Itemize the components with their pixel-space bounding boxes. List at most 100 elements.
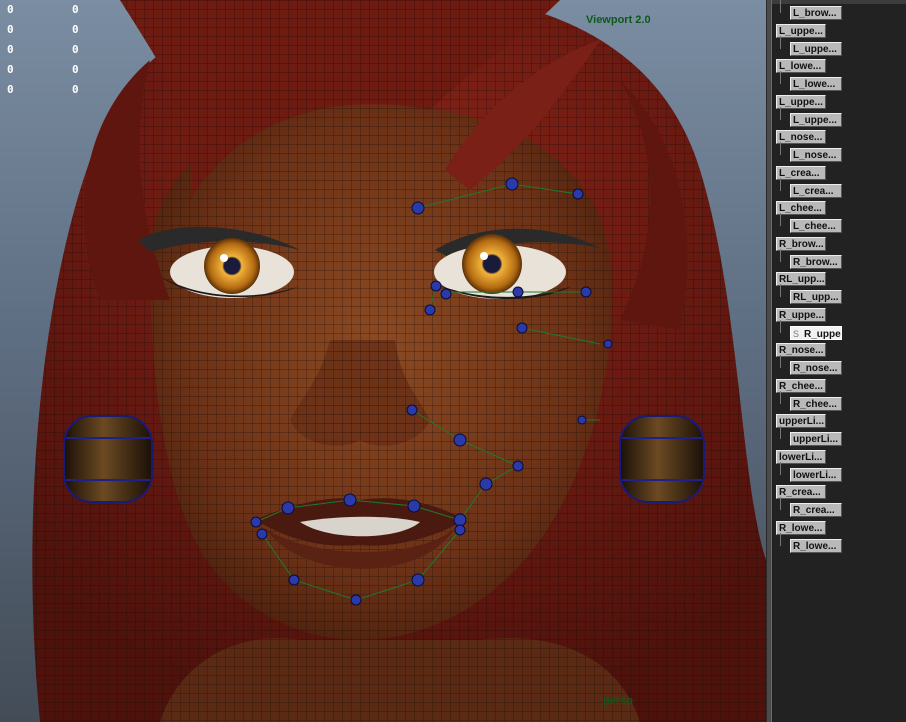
- camera-label: persp: [603, 695, 633, 707]
- outliner-child-item[interactable]: RL_upp...: [790, 290, 842, 304]
- character-face-render[interactable]: [0, 0, 766, 722]
- hud-value: 0: [72, 3, 79, 16]
- outliner-parent-item[interactable]: L_chee...: [776, 201, 826, 216]
- outliner-parent-item[interactable]: R_brow...: [776, 236, 826, 251]
- tree-connector-line: [780, 106, 781, 120]
- outliner-parent-item[interactable]: R_nose...: [776, 343, 826, 358]
- outliner-item-label: L_crea...: [779, 167, 820, 179]
- outliner-item-label: R_uppe...: [804, 328, 841, 340]
- outliner-item-label: L_nose...: [779, 132, 823, 144]
- joint-lip-8: [350, 594, 362, 606]
- hud-value: 0: [7, 23, 14, 36]
- right-earring: [619, 415, 705, 503]
- outliner-item-label: lowerLi...: [793, 469, 837, 481]
- joint-lower-lid: [424, 304, 436, 316]
- outliner-child-item[interactable]: L_lowe...: [790, 77, 842, 91]
- outliner-item-label: L_chee...: [793, 221, 836, 232]
- hud-value: 0: [7, 43, 14, 56]
- tree-connector-line: [780, 284, 781, 297]
- joint-lip-10: [454, 524, 466, 536]
- hud-value: 0: [7, 63, 14, 76]
- outliner-item-label: L_uppe...: [793, 43, 837, 55]
- outliner-item-label: R_nose...: [793, 363, 838, 374]
- joint-lip-3: [343, 493, 357, 507]
- joint-eye-1: [430, 280, 442, 292]
- tree-connector-line: [780, 532, 781, 546]
- outliner-child-item[interactable]: L_nose...: [790, 148, 842, 162]
- joint-cheek-2: [603, 339, 613, 349]
- joint-crease-3: [479, 477, 493, 491]
- tree-connector-line: [780, 319, 781, 333]
- joint-lip-1: [250, 516, 262, 528]
- outliner-item-label: L_brow...: [793, 8, 837, 19]
- outliner-child-item[interactable]: R_lowe...: [790, 538, 842, 553]
- outliner-child-item[interactable]: L_uppe...: [790, 112, 842, 127]
- outliner-child-item[interactable]: L_brow...: [790, 6, 842, 20]
- outliner-item-label: R_brow...: [779, 238, 824, 250]
- outliner-parent-item[interactable]: lowerLi...: [776, 449, 826, 464]
- outliner-panel[interactable]: L_brow... L_uppe... L_uppe... L_lowe... L_lo…: [772, 0, 906, 722]
- panel-top-strip: [772, 0, 906, 4]
- hud-value: 0: [7, 3, 14, 16]
- outliner-parent-item[interactable]: L_uppe...: [776, 94, 826, 109]
- outliner-item-label: R_lowe...: [779, 522, 823, 534]
- tree-connector-line: [780, 213, 781, 226]
- select-glyph-icon: S: [793, 328, 800, 339]
- joint-brow-1: [411, 201, 425, 215]
- joint-lip-5: [453, 513, 467, 527]
- neck-mesh: [160, 638, 640, 722]
- outliner-item-label: L_crea...: [793, 185, 834, 197]
- outliner-item-label: RL_upp...: [779, 274, 825, 286]
- hud-value: 0: [7, 83, 14, 96]
- outliner-item-label: L_chee...: [779, 203, 822, 215]
- tree-connector-line: [780, 0, 781, 13]
- joint-crease-2: [512, 460, 524, 472]
- tree-connector-line: [780, 390, 781, 404]
- outliner-child-item[interactable]: L_uppe...: [790, 41, 842, 56]
- outliner-item-label: R_chee...: [793, 398, 837, 410]
- joint-lip-7: [288, 574, 300, 586]
- outliner-child-item[interactable]: S R_uppe...: [790, 325, 842, 340]
- hud-value: 0: [72, 23, 79, 36]
- outliner-parent-item[interactable]: R_crea...: [776, 485, 826, 500]
- outliner-child-item[interactable]: L_chee...: [790, 219, 842, 233]
- outliner-parent-item[interactable]: L_uppe...: [776, 23, 826, 38]
- outliner-parent-item[interactable]: L_lowe...: [776, 59, 826, 74]
- outliner-parent-item[interactable]: L_crea...: [776, 165, 826, 180]
- outliner-parent-item[interactable]: R_uppe...: [776, 307, 826, 322]
- hud-value: 0: [72, 83, 79, 96]
- hud-left-column: 0 0 0 0 0: [7, 0, 14, 100]
- viewport-panel[interactable]: 0 0 0 0 0 0 0 0 0 0 Viewport 2.0 persp: [0, 0, 766, 722]
- outliner-child-item[interactable]: upperLi...: [790, 432, 842, 446]
- outliner-parent-item[interactable]: L_nose...: [776, 130, 826, 145]
- joint-brow-3: [572, 188, 584, 200]
- outliner-child-item[interactable]: R_chee...: [790, 396, 842, 411]
- outliner-parent-item[interactable]: upperLi...: [776, 414, 826, 429]
- outliner-child-item[interactable]: R_nose...: [790, 361, 842, 375]
- joint-lip-2: [281, 501, 295, 515]
- outliner-child-item[interactable]: R_brow...: [790, 254, 842, 269]
- joint-crease-1: [453, 433, 467, 447]
- outliner-item-label: L_lowe...: [779, 61, 822, 73]
- outliner-item-label: L_lowe...: [793, 79, 836, 90]
- outliner-parent-item[interactable]: R_lowe...: [776, 520, 826, 535]
- joint-eye-3: [512, 286, 524, 298]
- joint-lip-9: [411, 573, 425, 587]
- tree-connector-line: [780, 355, 781, 368]
- outliner-child-item[interactable]: R_crea...: [790, 503, 842, 517]
- outliner-item-label: lowerLi...: [779, 451, 823, 463]
- left-earring: [63, 415, 153, 503]
- outliner-item-label: R_uppe...: [779, 309, 825, 321]
- outliner-child-item[interactable]: lowerLi...: [790, 467, 842, 482]
- joint-eye-2: [440, 288, 452, 300]
- outliner-item-label: R_brow...: [793, 256, 838, 268]
- outliner-parent-item[interactable]: RL_upp...: [776, 272, 826, 287]
- tree-connector-line: [780, 248, 781, 262]
- outliner-item-label: L_uppe...: [793, 114, 837, 126]
- outliner-child-item[interactable]: L_crea...: [790, 183, 842, 198]
- renderer-label: Viewport 2.0: [586, 14, 651, 26]
- outliner-item-label: R_chee...: [779, 380, 823, 392]
- tree-connector-line: [780, 142, 781, 155]
- tree-connector-line: [780, 461, 781, 475]
- outliner-parent-item[interactable]: R_chee...: [776, 378, 826, 393]
